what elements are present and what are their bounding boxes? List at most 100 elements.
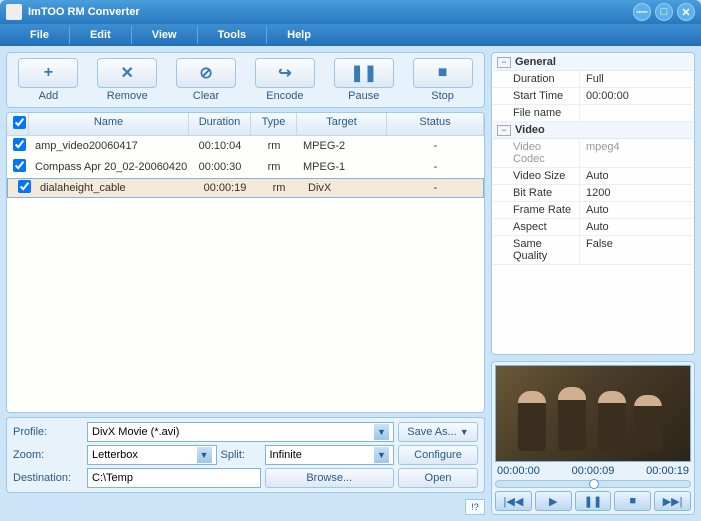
property-value[interactable]: 00:00:00 [579, 88, 693, 104]
pause-preview-button[interactable]: ❚❚ [575, 491, 612, 511]
encode-icon: ↪ [255, 58, 315, 88]
property-row[interactable]: AspectAuto [493, 219, 693, 236]
property-key: Duration [493, 71, 579, 87]
preview-timebar: 00:00:00 00:00:09 00:00:19 [495, 465, 691, 477]
property-group-header[interactable]: −General [493, 54, 693, 71]
table-row[interactable]: dialaheight_cable00:00:19rmDivX- [7, 178, 484, 198]
menu-help[interactable]: Help [267, 26, 331, 44]
stop-button[interactable]: ■Stop [406, 58, 479, 102]
menu-view[interactable]: View [132, 26, 198, 44]
open-button[interactable]: Open [398, 468, 478, 488]
property-row[interactable]: File name [493, 105, 693, 122]
add-button[interactable]: +Add [12, 58, 85, 102]
chevron-down-icon: ▼ [197, 447, 212, 463]
file-list-body[interactable]: amp_video2006041700:10:04rmMPEG-2-Compas… [7, 136, 484, 412]
properties-panel[interactable]: −GeneralDurationFullStart Time00:00:00Fi… [491, 52, 695, 355]
menu-edit[interactable]: Edit [70, 26, 132, 44]
hint-button[interactable]: !? [465, 499, 485, 515]
row-checkbox[interactable] [13, 159, 26, 172]
property-value[interactable]: Auto [579, 168, 693, 184]
row-checkbox[interactable] [18, 180, 31, 193]
x-icon: ✕ [97, 58, 157, 88]
property-value[interactable]: 1200 [579, 185, 693, 201]
row-checkbox[interactable] [13, 138, 26, 151]
property-value[interactable]: Full [579, 71, 693, 87]
maximize-button[interactable]: □ [655, 3, 673, 21]
property-value[interactable]: mpeg4 [579, 139, 693, 167]
time-end: 00:00:19 [646, 465, 689, 477]
destination-input[interactable]: C:\Temp [87, 468, 261, 488]
remove-button[interactable]: ✕Remove [91, 58, 164, 102]
property-key: Frame Rate [493, 202, 579, 218]
destination-label: Destination: [13, 472, 83, 484]
cell-target: DivX [302, 180, 392, 196]
property-row[interactable]: Start Time00:00:00 [493, 88, 693, 105]
collapse-icon[interactable]: − [497, 125, 511, 136]
property-group-header[interactable]: −Video [493, 122, 693, 139]
clear-button[interactable]: ⊘Clear [170, 58, 243, 102]
minimize-button[interactable]: — [633, 3, 651, 21]
group-name: General [515, 54, 556, 70]
collapse-icon[interactable]: − [497, 57, 511, 68]
cell-status: - [392, 180, 479, 196]
browse-button[interactable]: Browse... [265, 468, 395, 488]
chevron-down-icon: ▼ [374, 424, 389, 440]
profile-select[interactable]: DivX Movie (*.avi)▼ [87, 422, 394, 442]
header-duration[interactable]: Duration [189, 113, 251, 135]
save-as-button[interactable]: Save As... ▼ [398, 422, 478, 442]
header-type[interactable]: Type [251, 113, 297, 135]
group-name: Video [515, 122, 545, 138]
next-button[interactable]: ▶▶| [654, 491, 691, 511]
seek-thumb[interactable] [589, 479, 599, 489]
property-value[interactable]: Auto [579, 219, 693, 235]
settings-panel: Profile: DivX Movie (*.avi)▼ Save As... … [6, 417, 485, 493]
pause-icon: ❚❚ [334, 58, 394, 88]
zoom-select[interactable]: Letterbox▼ [87, 445, 217, 465]
play-button[interactable]: ▶ [535, 491, 572, 511]
cell-target: MPEG-1 [297, 159, 387, 175]
select-all-checkbox[interactable] [13, 116, 26, 129]
stop-preview-button[interactable]: ■ [614, 491, 651, 511]
preview-figure [558, 387, 586, 451]
header-status[interactable]: Status [387, 113, 484, 135]
property-row[interactable]: DurationFull [493, 71, 693, 88]
property-row[interactable]: Video Codecmpeg4 [493, 139, 693, 168]
property-key: Bit Rate [493, 185, 579, 201]
header-target[interactable]: Target [297, 113, 387, 135]
property-row[interactable]: Video SizeAuto [493, 168, 693, 185]
property-value[interactable]: False [579, 236, 693, 264]
preview-figure [634, 395, 662, 451]
chevron-down-icon: ▼ [374, 447, 389, 463]
prev-button[interactable]: |◀◀ [495, 491, 532, 511]
table-row[interactable]: amp_video2006041700:10:04rmMPEG-2- [7, 136, 484, 157]
property-value[interactable]: Auto [579, 202, 693, 218]
header-name[interactable]: Name [29, 113, 189, 135]
property-key: Video Codec [493, 139, 579, 167]
cell-type: rm [251, 159, 297, 175]
split-select[interactable]: Infinite▼ [265, 445, 395, 465]
close-button[interactable]: ✕ [677, 3, 695, 21]
preview-screen[interactable] [495, 365, 691, 462]
preview-figure [518, 391, 546, 451]
property-row[interactable]: Frame RateAuto [493, 202, 693, 219]
property-value[interactable] [579, 105, 693, 121]
encode-button[interactable]: ↪Encode [248, 58, 321, 102]
pause-button[interactable]: ❚❚Pause [327, 58, 400, 102]
property-row[interactable]: Bit Rate1200 [493, 185, 693, 202]
preview-figure [598, 391, 626, 451]
window-title: ImTOO RM Converter [28, 6, 633, 18]
cell-status: - [387, 159, 484, 175]
plus-icon: + [18, 58, 78, 88]
configure-button[interactable]: Configure [398, 445, 478, 465]
menu-file[interactable]: File [10, 26, 70, 44]
cell-duration: 00:00:19 [194, 180, 256, 196]
cell-type: rm [251, 138, 297, 154]
header-check[interactable] [7, 113, 29, 135]
seek-slider[interactable] [495, 480, 691, 488]
menu-tools[interactable]: Tools [198, 26, 268, 44]
property-row[interactable]: Same QualityFalse [493, 236, 693, 265]
table-row[interactable]: Compass Apr 20_02-2006042000:00:30rmMPEG… [7, 157, 484, 178]
zoom-label: Zoom: [13, 449, 83, 461]
property-key: Aspect [493, 219, 579, 235]
file-list: Name Duration Type Target Status amp_vid… [6, 112, 485, 413]
